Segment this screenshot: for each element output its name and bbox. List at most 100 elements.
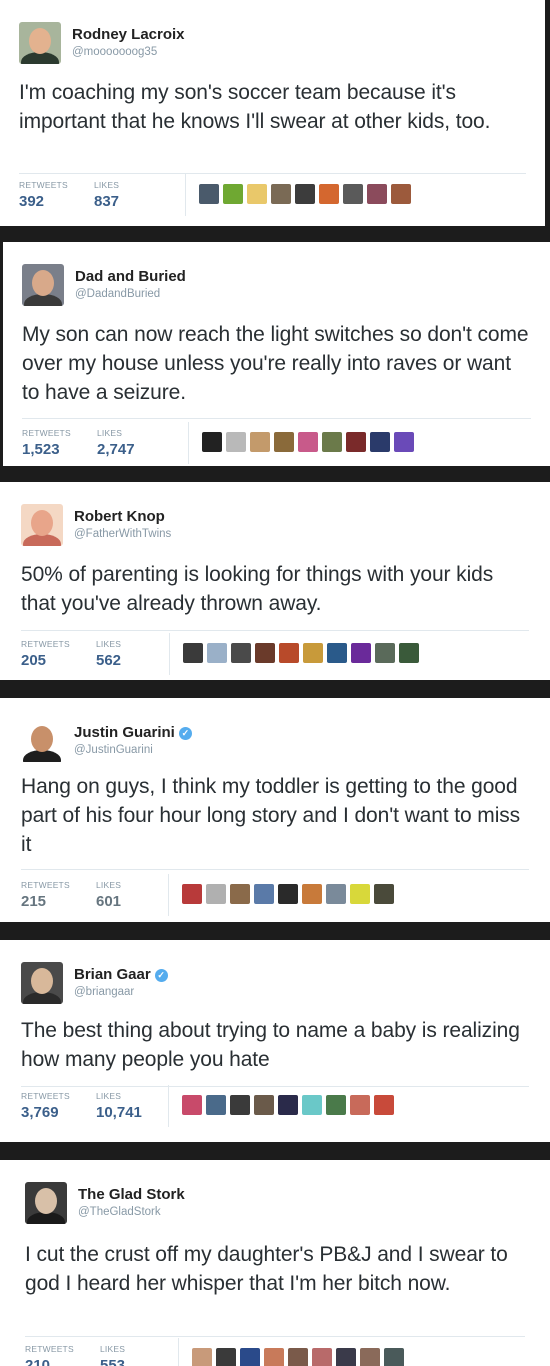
avatar[interactable]: [22, 264, 64, 306]
liker-avatar[interactable]: [302, 1095, 322, 1115]
author-name[interactable]: Justin Guarini ✓: [74, 724, 192, 741]
likes-stat[interactable]: LIKES 837: [94, 180, 119, 210]
liker-avatar[interactable]: [274, 432, 294, 452]
author-handle[interactable]: @briangaar: [74, 986, 134, 998]
author-name[interactable]: Brian Gaar ✓: [74, 966, 168, 983]
liker-avatar[interactable]: [278, 1095, 298, 1115]
liker-avatar[interactable]: [278, 884, 298, 904]
avatar[interactable]: [21, 962, 63, 1004]
retweets-stat[interactable]: RETWEETS 1,523: [22, 428, 71, 458]
retweets-count: 1,523: [22, 441, 60, 458]
liker-avatar[interactable]: [264, 1348, 284, 1366]
liker-avatar[interactable]: [207, 643, 227, 663]
liker-avatar[interactable]: [182, 884, 202, 904]
liker-avatar[interactable]: [350, 1095, 370, 1115]
liker-avatar[interactable]: [250, 432, 270, 452]
liker-avatar[interactable]: [288, 1348, 308, 1366]
retweets-stat[interactable]: RETWEETS 392: [19, 180, 68, 210]
liker-avatar[interactable]: [350, 884, 370, 904]
liker-avatar[interactable]: [223, 184, 243, 204]
retweets-stat[interactable]: RETWEETS 205: [21, 639, 70, 669]
liker-avatar[interactable]: [183, 643, 203, 663]
author-handle[interactable]: @JustinGuarini: [74, 744, 153, 756]
author-handle[interactable]: @DadandBuried: [75, 288, 160, 300]
author-name[interactable]: Robert Knop: [74, 508, 165, 525]
retweets-stat[interactable]: RETWEETS 3,769: [21, 1091, 70, 1121]
avatar[interactable]: [21, 720, 63, 762]
likes-stat[interactable]: LIKES 2,747: [97, 428, 135, 458]
liker-avatar[interactable]: [230, 884, 250, 904]
liker-avatar[interactable]: [360, 1348, 380, 1366]
liker-avatar[interactable]: [391, 184, 411, 204]
avatar[interactable]: [21, 504, 63, 546]
liker-avatar[interactable]: [374, 1095, 394, 1115]
liker-avatar[interactable]: [370, 432, 390, 452]
retweets-stat[interactable]: RETWEETS 215: [21, 880, 70, 910]
stats-separator: [185, 174, 186, 216]
liker-avatar[interactable]: [367, 184, 387, 204]
author-name[interactable]: Dad and Buried: [75, 268, 186, 285]
stats-divider: [22, 418, 531, 419]
likes-count: 553: [100, 1357, 126, 1366]
liker-avatar[interactable]: [202, 432, 222, 452]
author-name-text[interactable]: Dad and Buried: [75, 268, 186, 285]
liker-avatar[interactable]: [206, 884, 226, 904]
liker-avatar[interactable]: [346, 432, 366, 452]
author-name[interactable]: Rodney Lacroix: [72, 26, 185, 43]
author-name-text[interactable]: Rodney Lacroix: [72, 26, 185, 43]
liker-avatar[interactable]: [336, 1348, 356, 1366]
liker-avatar[interactable]: [312, 1348, 332, 1366]
liker-avatar[interactable]: [231, 643, 251, 663]
liker-avatar[interactable]: [271, 184, 291, 204]
retweets-stat[interactable]: RETWEETS 210: [25, 1344, 74, 1366]
liker-avatar[interactable]: [182, 1095, 202, 1115]
author-name-text[interactable]: Justin Guarini: [74, 724, 175, 741]
stats-separator: [178, 1338, 179, 1366]
liker-avatar[interactable]: [254, 1095, 274, 1115]
liker-avatar[interactable]: [302, 884, 322, 904]
liker-avatar[interactable]: [247, 184, 267, 204]
likes-stat[interactable]: LIKES 562: [96, 639, 121, 669]
author-name[interactable]: The Glad Stork: [78, 1186, 185, 1203]
likes-stat[interactable]: LIKES 601: [96, 880, 121, 910]
liker-avatar[interactable]: [254, 884, 274, 904]
tweet-text: I cut the crust off my daughter's PB&J a…: [25, 1243, 508, 1295]
author-handle[interactable]: @mooooooog35: [72, 46, 157, 58]
liker-avatar[interactable]: [295, 184, 315, 204]
liker-avatar[interactable]: [343, 184, 363, 204]
avatar[interactable]: [19, 22, 61, 64]
liker-avatar[interactable]: [255, 643, 275, 663]
liker-avatar[interactable]: [303, 643, 323, 663]
liker-avatar[interactable]: [326, 884, 346, 904]
liker-avatar[interactable]: [375, 643, 395, 663]
stats-divider: [21, 630, 529, 631]
liker-avatar[interactable]: [319, 184, 339, 204]
likes-stat[interactable]: LIKES 553: [100, 1344, 125, 1366]
liker-avatar[interactable]: [216, 1348, 236, 1366]
liker-avatar[interactable]: [351, 643, 371, 663]
liker-avatar[interactable]: [374, 884, 394, 904]
liker-avatar[interactable]: [394, 432, 414, 452]
liker-avatar[interactable]: [279, 643, 299, 663]
likes-count: 562: [96, 652, 122, 669]
tweet-feed: Rodney Lacroix @mooooooog35 I'm coaching m…: [0, 0, 550, 1366]
liker-avatar[interactable]: [399, 643, 419, 663]
liker-avatar[interactable]: [206, 1095, 226, 1115]
author-name-text[interactable]: The Glad Stork: [78, 1186, 185, 1203]
liker-avatar[interactable]: [240, 1348, 260, 1366]
author-handle[interactable]: @FatherWithTwins: [74, 528, 171, 540]
liker-avatar[interactable]: [199, 184, 219, 204]
avatar[interactable]: [25, 1182, 67, 1224]
liker-avatar[interactable]: [327, 643, 347, 663]
likes-stat[interactable]: LIKES 10,741: [96, 1091, 142, 1121]
liker-avatar[interactable]: [326, 1095, 346, 1115]
author-handle[interactable]: @TheGladStork: [78, 1206, 161, 1218]
liker-avatar[interactable]: [192, 1348, 212, 1366]
liker-avatar[interactable]: [322, 432, 342, 452]
author-name-text[interactable]: Robert Knop: [74, 508, 165, 525]
liker-avatar[interactable]: [226, 432, 246, 452]
liker-avatar[interactable]: [230, 1095, 250, 1115]
liker-avatar[interactable]: [298, 432, 318, 452]
liker-avatar[interactable]: [384, 1348, 404, 1366]
author-name-text[interactable]: Brian Gaar: [74, 966, 151, 983]
